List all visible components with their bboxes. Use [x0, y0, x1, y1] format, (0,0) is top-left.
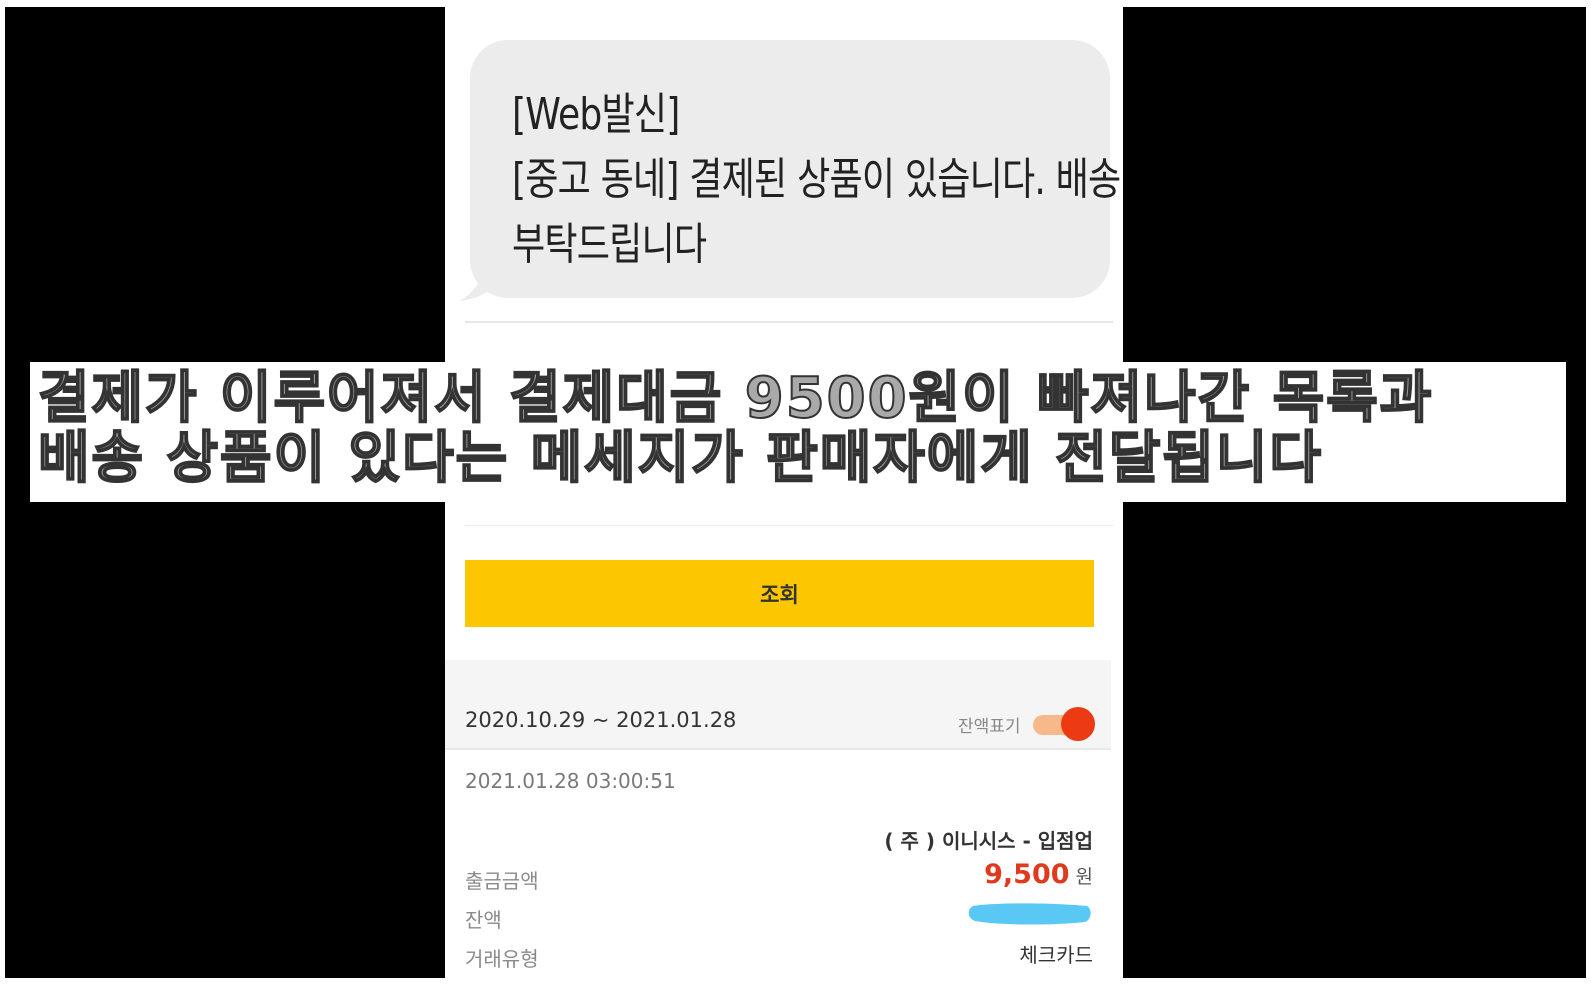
withdrawal-amount-label: 출금금액: [465, 869, 539, 893]
withdrawal-amount: 9,500 원: [984, 859, 1093, 890]
toggle-knob: [1061, 707, 1095, 741]
merchant-name: ( 주 ) 이니시스 - 입점업: [884, 829, 1093, 853]
balance-label: 잔액: [465, 908, 502, 932]
period-summary-bar: 2020.10.29 ~ 2021.01.28 잔액표기: [445, 660, 1111, 750]
video-frame: [Web발신] [중고 동네] 결제된 상품이 있습니다. 배송 부탁드립니다 …: [5, 7, 1586, 978]
sms-line-header: [Web발신]: [512, 89, 680, 140]
sms-line-body: [중고 동네] 결제된 상품이 있습니다. 배송: [512, 154, 1121, 205]
transaction-datetime: 2021.01.28 03:00:51: [465, 769, 676, 793]
amount-unit: 원: [1075, 866, 1093, 888]
caption-overlay: 결제가 이루어져서 결제대금 9500원이 빠져나간 목록과 배송 상품이 있다…: [30, 362, 1566, 502]
sms-line-body-end: 부탁드립니다: [512, 219, 707, 270]
balance-redaction-mark: [968, 903, 1091, 925]
caption-line-2: 배송 상품이 있다는 메세지가 판매자에게 전달됩니다: [37, 426, 1323, 491]
date-range: 2020.10.29 ~ 2021.01.28: [465, 708, 737, 732]
sms-message-bubble: [Web발신] [중고 동네] 결제된 상품이 있습니다. 배송 부탁드립니다: [470, 40, 1121, 298]
caption-line-1: 결제가 이루어져서 결제대금 9500원이 빠져나간 목록과: [37, 366, 1434, 431]
divider: [465, 321, 1113, 323]
divider: [465, 525, 1113, 526]
transaction-type-value: 체크카드: [1019, 943, 1093, 967]
balance-display-toggle[interactable]: [1033, 707, 1095, 741]
transaction-type-label: 거래유형: [465, 947, 539, 971]
query-button[interactable]: 조회: [465, 560, 1094, 627]
balance-toggle-label: 잔액표기: [958, 717, 1021, 737]
amount-value: 9,500: [984, 859, 1070, 890]
